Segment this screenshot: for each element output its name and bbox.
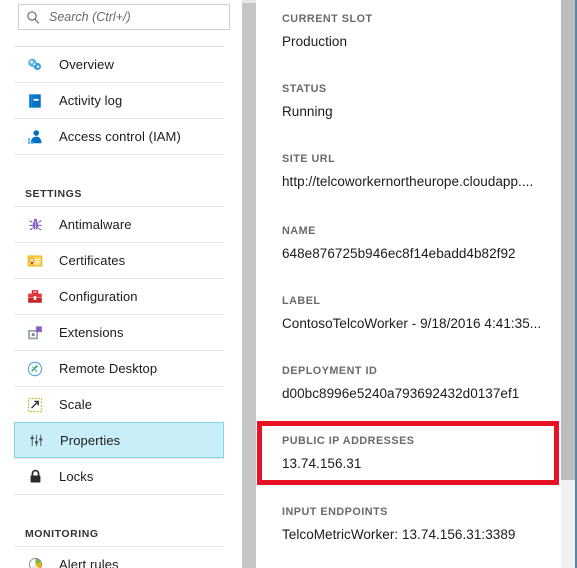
- sidebar-item-configuration[interactable]: Configuration: [14, 278, 224, 314]
- property-label: CURRENT SLOT: [282, 13, 373, 25]
- sidebar-item-label: Certificates: [59, 253, 126, 268]
- property-label: PUBLIC IP ADDRESSES: [282, 435, 415, 447]
- sidebar-item-label: Access control (IAM): [59, 129, 181, 144]
- sidebar-item-scale[interactable]: Scale: [14, 386, 224, 422]
- azure-portal-screenshot: Overview Activity log: [0, 0, 577, 568]
- property-label: DEPLOYMENT ID: [282, 365, 378, 377]
- property-input-endpoints: INPUT ENDPOINTS TelcoMetricWorker: 13.74…: [282, 506, 557, 542]
- sidebar-section-settings-header: SETTINGS: [14, 166, 224, 206]
- property-value[interactable]: 648e876725b946ec8f14ebadd4b82f92: [282, 246, 557, 261]
- configuration-toolbox-icon: [25, 287, 45, 307]
- vertical-scrollbar-track[interactable]: [561, 0, 575, 568]
- property-value[interactable]: 13.74.156.31: [282, 456, 557, 471]
- property-value[interactable]: Running: [282, 104, 557, 119]
- sidebar-item-alert-rules[interactable]: Alert rules: [14, 546, 224, 568]
- access-control-icon: [25, 127, 45, 147]
- property-site-url: SITE URL http://telcoworkernortheurope.c…: [282, 153, 557, 189]
- sidebar-item-label: Locks: [59, 469, 94, 484]
- property-label: STATUS: [282, 83, 327, 95]
- property-status: STATUS Running: [282, 83, 557, 119]
- extensions-icon: [25, 323, 45, 343]
- sidebar-item-overview[interactable]: Overview: [14, 46, 224, 82]
- overview-icon: [25, 55, 45, 75]
- search-input[interactable]: [41, 7, 211, 27]
- section-title: MONITORING: [25, 528, 99, 540]
- sidebar-item-label: Activity log: [59, 93, 123, 108]
- vertical-scrollbar-thumb[interactable]: [561, 0, 575, 480]
- property-label-field: LABEL ContosoTelcoWorker - 9/18/2016 4:4…: [282, 295, 557, 331]
- nav-list: Overview Activity log Access control (IA…: [0, 46, 242, 568]
- sidebar-item-extensions[interactable]: Extensions: [14, 314, 224, 350]
- property-label: NAME: [282, 225, 316, 237]
- sidebar-item-label: Overview: [59, 57, 114, 72]
- property-label: LABEL: [282, 295, 321, 307]
- property-label: INPUT ENDPOINTS: [282, 506, 388, 518]
- sidebar-item-label: Configuration: [59, 289, 138, 304]
- sidebar-item-label: Scale: [59, 397, 93, 412]
- sidebar-item-properties[interactable]: Properties: [14, 422, 224, 458]
- property-value[interactable]: http://telcoworkernortheurope.cloudapp..…: [282, 174, 557, 189]
- sidebar-item-remote-desktop[interactable]: Remote Desktop: [14, 350, 224, 386]
- properties-sliders-icon: [26, 430, 46, 450]
- panel-splitter-cap: [242, 0, 256, 3]
- sidebar-item-certificates[interactable]: Certificates: [14, 242, 224, 278]
- sidebar-item-label: Extensions: [59, 325, 124, 340]
- search-box[interactable]: [18, 4, 230, 30]
- sidebar-item-antimalware[interactable]: Antimalware: [14, 206, 224, 242]
- sidebar-section-monitoring-header: MONITORING: [14, 506, 224, 546]
- property-deployment-id: DEPLOYMENT ID d00bc8996e5240a793692432d0…: [282, 365, 557, 401]
- remote-desktop-icon: [25, 359, 45, 379]
- sidebar-item-label: Remote Desktop: [59, 361, 158, 376]
- sidebar-item-label: Properties: [60, 432, 121, 448]
- scale-icon: [25, 395, 45, 415]
- certificate-icon: [25, 251, 45, 271]
- search-container: [18, 4, 230, 30]
- activity-log-icon: [25, 91, 45, 111]
- property-value[interactable]: d00bc8996e5240a793692432d0137ef1: [282, 386, 557, 401]
- section-title: SETTINGS: [25, 188, 82, 200]
- property-name: NAME 648e876725b946ec8f14ebadd4b82f92: [282, 225, 557, 261]
- property-label: SITE URL: [282, 153, 336, 165]
- sidebar-item-label: Alert rules: [59, 557, 119, 568]
- lock-icon: [25, 467, 45, 487]
- resource-menu-sidebar: Overview Activity log: [0, 0, 242, 568]
- alert-rules-icon: [25, 555, 45, 568]
- search-icon: [26, 10, 41, 25]
- property-value[interactable]: ContosoTelcoWorker - 9/18/2016 4:41:35..…: [282, 316, 557, 331]
- properties-detail-panel: CURRENT SLOT Production STATUS Running S…: [256, 0, 561, 568]
- sidebar-item-label: Antimalware: [59, 217, 132, 232]
- sidebar-item-access-control[interactable]: Access control (IAM): [14, 118, 224, 154]
- property-public-ip-addresses: PUBLIC IP ADDRESSES 13.74.156.31: [282, 435, 557, 471]
- sidebar-item-locks[interactable]: Locks: [14, 458, 224, 494]
- sidebar-item-activity-log[interactable]: Activity log: [14, 82, 224, 118]
- nav-divider: [14, 494, 224, 506]
- property-value[interactable]: Production: [282, 34, 557, 49]
- nav-divider: [14, 154, 224, 166]
- property-value[interactable]: TelcoMetricWorker: 13.74.156.31:3389: [282, 527, 557, 542]
- property-current-slot: CURRENT SLOT Production: [282, 13, 557, 49]
- antimalware-bug-icon: [25, 215, 45, 235]
- panel-splitter[interactable]: [242, 0, 256, 568]
